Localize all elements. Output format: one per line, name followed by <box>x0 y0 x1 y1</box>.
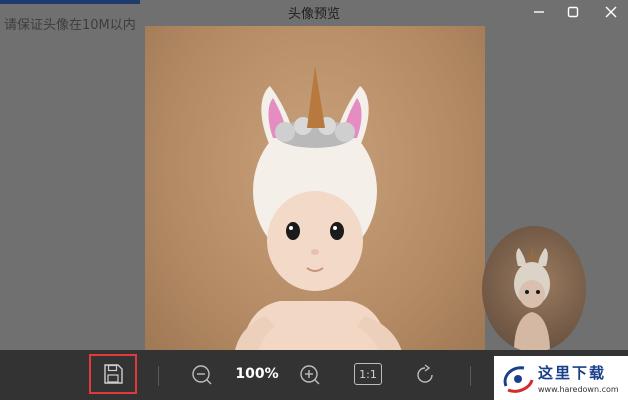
zoom-level: 100% <box>235 366 279 382</box>
avatar-crop-preview <box>482 226 586 352</box>
preview-image[interactable] <box>145 26 485 372</box>
close-button[interactable] <box>594 0 628 24</box>
doll-figure <box>233 66 404 372</box>
avatar-doll-thumbnail <box>514 246 550 352</box>
zoom-out-icon <box>192 365 212 385</box>
toolbar-divider <box>470 366 471 386</box>
site-watermark: 这里下载 www.haredown.com <box>494 356 628 400</box>
save-icon <box>104 364 123 384</box>
zoom-out-button[interactable] <box>189 362 215 388</box>
maximize-button[interactable] <box>556 0 590 24</box>
toolbar-divider <box>158 366 159 386</box>
watermark-text: 这里下载 <box>538 364 607 382</box>
zoom-in-icon <box>300 365 320 385</box>
minimize-button[interactable] <box>522 0 556 24</box>
actual-size-button[interactable]: 1:1 <box>354 363 382 385</box>
save-button[interactable] <box>89 354 137 394</box>
avatar-preview-window: 头像预览 100% 1:1 <box>0 0 628 400</box>
zoom-in-button[interactable] <box>297 362 323 388</box>
rotate-button[interactable] <box>412 362 438 388</box>
watermark-logo-icon <box>503 366 534 393</box>
title-bar[interactable]: 头像预览 <box>0 0 628 26</box>
rotate-icon <box>417 364 433 383</box>
maximize-icon <box>567 6 579 18</box>
watermark-url: www.haredown.com <box>538 385 619 394</box>
minimize-icon <box>534 11 544 13</box>
actual-size-label: 1:1 <box>359 367 377 381</box>
close-icon <box>605 6 617 18</box>
